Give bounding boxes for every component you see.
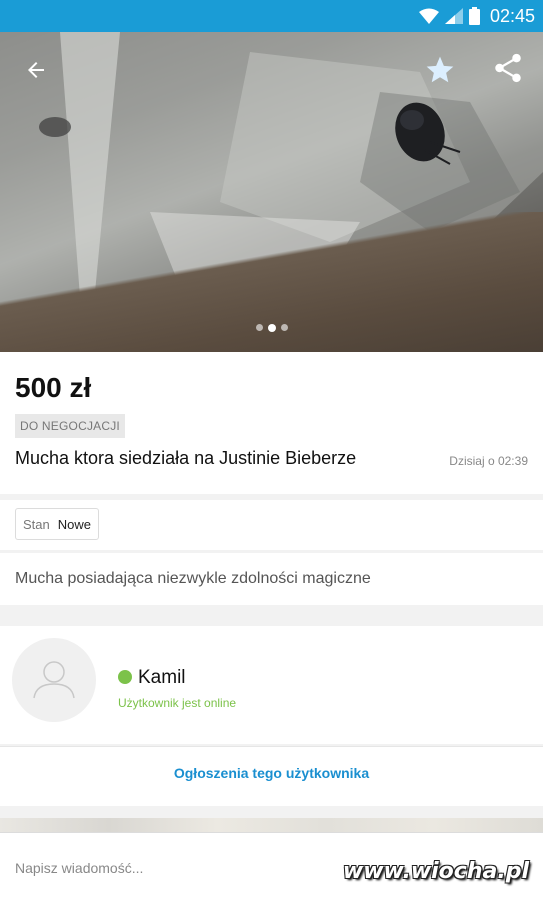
description-section: Mucha posiadająca niezwykle zdolności ma… bbox=[0, 553, 543, 605]
arrow-back-icon bbox=[28, 62, 44, 78]
user-placeholder-icon bbox=[33, 661, 75, 699]
listing-title: Mucha ktora siedziała na Justinie Bieber… bbox=[15, 448, 357, 468]
seller-status: Użytkownik jest online bbox=[118, 696, 237, 710]
listing-summary: 500 zł DO NEGOCJACJI Mucha ktora siedzia… bbox=[0, 352, 543, 494]
listing-photo[interactable] bbox=[0, 32, 543, 352]
message-input[interactable] bbox=[15, 857, 345, 879]
status-bar: 02:45 bbox=[0, 0, 543, 32]
watermark: www.wiocha.pl bbox=[342, 859, 529, 884]
price: 500 zł bbox=[15, 372, 92, 403]
clock-time: 02:45 bbox=[489, 5, 535, 26]
battery-icon bbox=[468, 7, 480, 25]
condition-label: Stan bbox=[23, 516, 50, 532]
map-preview[interactable] bbox=[0, 818, 543, 832]
star-icon bbox=[426, 56, 454, 83]
back-button[interactable] bbox=[18, 52, 54, 88]
avatar[interactable] bbox=[12, 638, 96, 722]
seller-ads-section: Ogłoszenia tego użytkownika bbox=[0, 746, 543, 806]
online-indicator bbox=[118, 670, 132, 684]
seller-card[interactable]: Kamil Użytkownik jest online bbox=[0, 626, 543, 744]
condition-value: Nowe bbox=[57, 516, 91, 532]
description-text: Mucha posiadająca niezwykle zdolności ma… bbox=[15, 570, 371, 587]
favorite-button[interactable] bbox=[420, 50, 460, 90]
message-composer: www.wiocha.pl bbox=[0, 832, 543, 900]
seller-ads-link[interactable]: Ogłoszenia tego użytkownika bbox=[0, 765, 543, 781]
cell-signal-icon bbox=[444, 8, 463, 24]
pager-dot-active[interactable] bbox=[267, 323, 276, 332]
condition-section: Stan Nowe bbox=[0, 500, 543, 550]
condition-chip: Stan Nowe bbox=[15, 508, 99, 540]
status-icons: 02:45 bbox=[418, 0, 535, 32]
pager-dot[interactable] bbox=[280, 324, 288, 331]
share-button[interactable] bbox=[488, 48, 528, 88]
wifi-icon bbox=[418, 8, 439, 24]
photo-pager bbox=[0, 323, 543, 332]
posted-date: Dzisiaj o 02:39 bbox=[449, 454, 528, 468]
share-icon bbox=[495, 53, 521, 83]
seller-name: Kamil bbox=[138, 667, 186, 688]
pager-dot[interactable] bbox=[255, 324, 263, 331]
negotiable-badge: DO NEGOCJACJI bbox=[15, 414, 125, 438]
